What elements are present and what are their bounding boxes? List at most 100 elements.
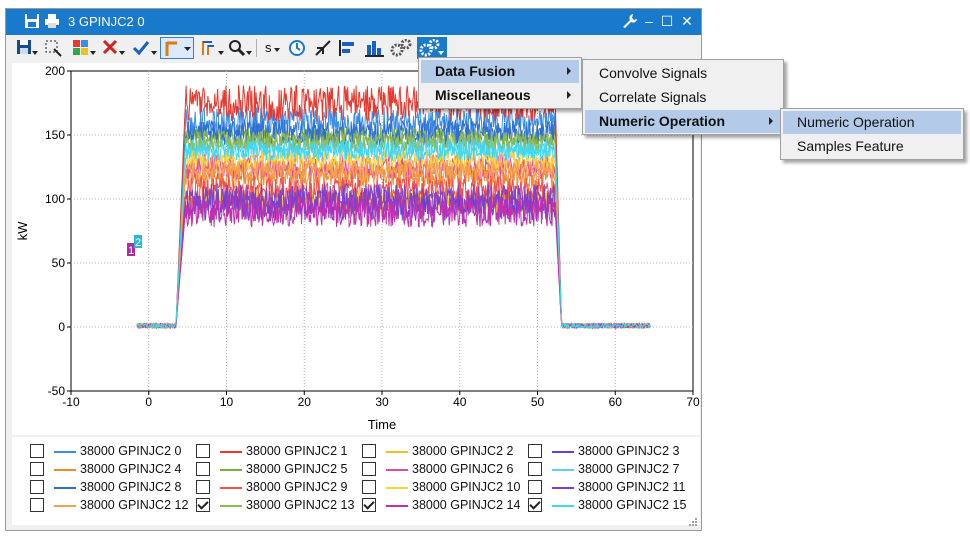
save-icon — [17, 40, 38, 55]
menu-item-label: Numeric Operation — [599, 113, 726, 129]
legend-checkbox[interactable] — [528, 498, 542, 512]
maximize-button[interactable]: ☐ — [658, 12, 676, 30]
x-tick-label: 40 — [453, 395, 467, 409]
legend-item[interactable]: 38000 GPINJC2 12 — [30, 497, 190, 515]
legend-checkbox[interactable] — [362, 480, 376, 494]
legend-checkbox[interactable] — [30, 462, 44, 476]
align-left-button[interactable] — [336, 37, 362, 59]
legend-item[interactable]: 38000 GPINJC2 13 — [196, 497, 356, 515]
legend-swatch — [386, 469, 408, 471]
menu-item-samples-feature[interactable]: Samples Feature — [783, 135, 961, 158]
legend-label: 38000 GPINJC2 8 — [80, 480, 182, 494]
color-palette-button[interactable] — [70, 37, 96, 59]
menu-item-convolve-signals[interactable]: Convolve Signals — [585, 62, 781, 85]
legend-item[interactable]: 38000 GPINJC2 8 — [30, 479, 190, 497]
x-tick-label: 70 — [686, 395, 700, 409]
menu-item-label: Correlate Signals — [599, 89, 707, 105]
resize-grip-icon[interactable] — [688, 517, 698, 527]
legend-item[interactable]: 38000 GPINJC2 10 — [362, 479, 522, 497]
legend-item[interactable]: 38000 GPINJC2 1 — [196, 443, 356, 461]
bar-chart-button[interactable] — [362, 37, 388, 59]
legend-item[interactable]: 38000 GPINJC2 3 — [528, 443, 688, 461]
legend-label: 38000 GPINJC2 9 — [246, 480, 348, 494]
x-tick-label: 30 — [375, 395, 389, 409]
legend-label: 38000 GPINJC2 6 — [412, 462, 514, 476]
legend-checkbox[interactable] — [528, 462, 542, 476]
legend-checkbox[interactable] — [30, 498, 44, 512]
close-button[interactable]: ✕ — [678, 12, 696, 30]
menu-item-numeric-operation-action[interactable]: Numeric Operation — [783, 111, 961, 134]
menu-item-numeric-operation[interactable]: Numeric Operation — [585, 110, 781, 133]
multi-cursor-button[interactable] — [198, 37, 224, 59]
gears-button[interactable] — [388, 37, 414, 59]
legend-checkbox[interactable] — [196, 498, 210, 512]
legend-item[interactable]: 38000 GPINJC2 11 — [528, 479, 688, 497]
legend-item[interactable]: 38000 GPINJC2 14 — [362, 497, 522, 515]
y-tick-label: 50 — [52, 256, 66, 270]
legend-checkbox[interactable] — [30, 444, 44, 458]
legend-swatch — [552, 487, 574, 489]
y-tick-label: 100 — [45, 192, 65, 206]
legend-label: 38000 GPINJC2 15 — [578, 498, 687, 512]
menu-item-label: Numeric Operation — [797, 114, 915, 130]
legend-checkbox[interactable] — [30, 480, 44, 494]
clock-button[interactable] — [286, 37, 312, 59]
wrench-icon[interactable] — [622, 13, 638, 29]
zoom-button[interactable] — [226, 37, 252, 59]
gear-menu-button[interactable] — [417, 37, 447, 59]
window-title: 3 GPINJC2 0 — [68, 14, 145, 29]
zoom-region-button[interactable] — [42, 37, 68, 59]
cursor-button[interactable] — [160, 37, 194, 59]
gears-icon — [390, 39, 412, 57]
legend-swatch — [386, 487, 408, 489]
context-menu-level3: Numeric Operation Samples Feature — [780, 108, 964, 160]
collapse-icon — [315, 40, 331, 56]
legend-item[interactable]: 38000 GPINJC2 7 — [528, 461, 688, 479]
legend-checkbox[interactable] — [362, 444, 376, 458]
minimize-button[interactable]: ‒ — [640, 12, 658, 30]
legend-swatch — [54, 505, 76, 507]
legend-item[interactable]: 38000 GPINJC2 9 — [196, 479, 356, 497]
legend-swatch — [552, 451, 574, 453]
check-icon — [132, 41, 157, 56]
legend-item[interactable]: 38000 GPINJC2 15 — [528, 497, 688, 515]
legend-item[interactable]: 38000 GPINJC2 0 — [30, 443, 190, 461]
legend-checkbox[interactable] — [196, 462, 210, 476]
legend-label: 38000 GPINJC2 1 — [246, 444, 348, 458]
chevron-right-icon — [567, 67, 571, 75]
legend-checkbox[interactable] — [196, 444, 210, 458]
legend-swatch — [54, 469, 76, 471]
legend-item[interactable]: 38000 GPINJC2 5 — [196, 461, 356, 479]
legend-item[interactable]: 38000 GPINJC2 6 — [362, 461, 522, 479]
print-icon[interactable] — [44, 13, 60, 29]
clock-icon — [289, 40, 305, 56]
delete-icon — [102, 39, 125, 55]
legend-checkbox[interactable] — [528, 444, 542, 458]
legend-checkbox[interactable] — [528, 480, 542, 494]
menu-item-miscellaneous[interactable]: Miscellaneous — [421, 84, 579, 107]
units-button[interactable]: s — [260, 37, 286, 59]
menu-item-correlate-signals[interactable]: Correlate Signals — [585, 86, 781, 109]
legend-item[interactable]: 38000 GPINJC2 2 — [362, 443, 522, 461]
title-bar[interactable]: 3 GPINJC2 0 ‒ ☐ ✕ — [6, 9, 701, 35]
legend-checkbox[interactable] — [362, 498, 376, 512]
legend-checkbox[interactable] — [362, 462, 376, 476]
legend: 38000 GPINJC2 0 38000 GPINJC2 1 38000 GPIN… — [12, 437, 700, 525]
legend-label: 38000 GPINJC2 13 — [246, 498, 355, 512]
collapse-button[interactable] — [312, 37, 338, 59]
multi-cursor-icon — [202, 41, 224, 55]
legend-item[interactable]: 38000 GPINJC2 4 — [30, 461, 190, 479]
zoom-region-icon — [45, 40, 62, 57]
save-menu-button[interactable] — [14, 37, 40, 59]
check-button[interactable] — [130, 37, 157, 59]
save-icon[interactable] — [24, 13, 40, 29]
x-tick-label: 0 — [145, 395, 152, 409]
menu-item-label: Samples Feature — [797, 138, 904, 154]
legend-checkbox[interactable] — [196, 480, 210, 494]
gear-menu-icon — [419, 39, 444, 57]
delete-button[interactable] — [100, 37, 126, 59]
x-tick-label: 50 — [531, 395, 545, 409]
y-tick-label: 150 — [45, 128, 65, 142]
menu-item-data-fusion[interactable]: Data Fusion — [421, 60, 579, 83]
x-tick-label: 60 — [609, 395, 623, 409]
